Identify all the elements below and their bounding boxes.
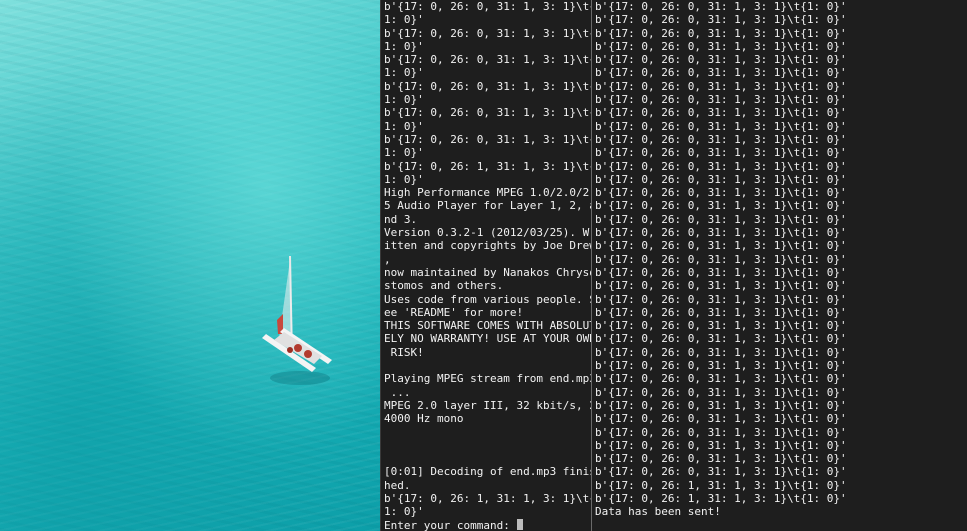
terminal-output-line: b'{17: 0, 26: 0, 31: 1, 3: 1}\t{1: 0}': [595, 106, 847, 120]
terminal-output-line: b'{17: 0, 26: 0, 31: 1, 3: 1}\t{1: 0}': [595, 345, 847, 359]
terminal-output-line: ELY NO WARRANTY! USE AT YOUR OWN: [384, 332, 591, 346]
terminal-output-line: b'{17: 0, 26: 0, 31: 1, 3: 1}\t{1: 0}': [595, 93, 847, 107]
terminal-output-line: MPEG 2.0 layer III, 32 kbit/s, 2: [384, 398, 591, 412]
terminal-output-line: b'{17: 0, 26: 0, 31: 1, 3: 1}\t{1: 0}': [595, 199, 847, 213]
text-cursor: [517, 518, 524, 530]
terminal-output-line: Version 0.3.2-1 (2012/03/25). Wr: [384, 226, 591, 240]
terminal-output-line: b'{17: 0, 26: 0, 31: 1, 3: 1}\t{: [384, 26, 591, 40]
terminal-output-line: 4000 Hz mono: [384, 412, 464, 426]
terminal-output-line: now maintained by Nanakos Chryso: [384, 265, 591, 279]
terminal-output-line: b'{17: 0, 26: 0, 31: 1, 3: 1}\t{1: 0}': [595, 412, 847, 426]
terminal-output-line: stomos and others.: [384, 279, 504, 293]
terminal-output-line: b'{17: 0, 26: 0, 31: 1, 3: 1}\t{1: 0}': [595, 398, 847, 412]
terminal-output-line: b'{17: 0, 26: 0, 31: 1, 3: 1}\t{: [384, 0, 591, 13]
terminal-output-line: b'{17: 0, 26: 0, 31: 1, 3: 1}\t{1: 0}': [595, 119, 847, 133]
terminal-output-line: b'{17: 0, 26: 0, 31: 1, 3: 1}\t{1: 0}': [595, 252, 847, 266]
terminal-pane-left[interactable]: b'{17: 0, 26: 0, 31: 1, 3: 1}\t{1: 0}' b'…: [381, 0, 591, 531]
terminal-output-line: b'{17: 0, 26: 0, 31: 1, 3: 1}\t{1: 0}': [595, 226, 847, 240]
terminal-output-line: b'{17: 0, 26: 0, 31: 1, 3: 1}\t{1: 0}': [595, 0, 847, 13]
terminal-output-line: 1: 0}': [384, 13, 424, 27]
desktop: b'{17: 0, 26: 0, 31: 1, 3: 1}\t{1: 0}' b'…: [0, 0, 967, 531]
terminal-output-line: 1: 0}': [384, 93, 424, 107]
terminal-output-line: b'{17: 0, 26: 1, 31: 1, 3: 1}\t{1: 0}': [595, 478, 847, 492]
sailboat-image: [262, 255, 332, 385]
terminal-output-line: b'{17: 0, 26: 0, 31: 1, 3: 1}\t{1: 0}': [595, 385, 847, 399]
terminal-pane-right[interactable]: b'{17: 0, 26: 0, 31: 1, 3: 1}\t{1: 0}' b'…: [592, 0, 967, 531]
terminal-output-line: b'{17: 0, 26: 0, 31: 1, 3: 1}\t{1: 0}': [595, 39, 847, 53]
terminal-output-line: 5 Audio Player for Layer 1, 2, a: [384, 199, 591, 213]
terminal-output-line: b'{17: 0, 26: 0, 31: 1, 3: 1}\t{1: 0}': [595, 186, 847, 200]
terminal-output-line: b'{17: 0, 26: 0, 31: 1, 3: 1}\t{1: 0}': [595, 212, 847, 226]
terminal-output-line: RISK!: [384, 345, 424, 359]
terminal-output-line: b'{17: 0, 26: 0, 31: 1, 3: 1}\t{: [384, 53, 591, 67]
terminal-output-line: b'{17: 0, 26: 0, 31: 1, 3: 1}\t{: [384, 79, 591, 93]
terminal-output-line: b'{17: 0, 26: 0, 31: 1, 3: 1}\t{1: 0}': [595, 372, 847, 386]
terminal-output-line: b'{17: 0, 26: 0, 31: 1, 3: 1}\t{1: 0}': [595, 26, 847, 40]
terminal-output-line: 1: 0}': [384, 146, 424, 160]
terminal-output-line: High Performance MPEG 1.0/2.0/2.: [384, 186, 591, 200]
terminal-output-line: b'{17: 0, 26: 0, 31: 1, 3: 1}\t{1: 0}': [595, 239, 847, 253]
terminal-output-line: hed.: [384, 478, 411, 492]
terminal-output-line: ,: [384, 252, 391, 266]
terminal-output-line: b'{17: 0, 26: 0, 31: 1, 3: 1}\t{1: 0}': [595, 66, 847, 80]
terminal-output-line: b'{17: 0, 26: 0, 31: 1, 3: 1}\t{1: 0}': [595, 438, 847, 452]
desktop-wallpaper: [0, 0, 381, 531]
terminal-output-line: ee 'README' for more!: [384, 305, 524, 319]
terminal-output-line: 1: 0}': [384, 119, 424, 133]
terminal-output-line: b'{17: 0, 26: 0, 31: 1, 3: 1}\t{1: 0}': [595, 159, 847, 173]
terminal-output-line: b'{17: 0, 26: 0, 31: 1, 3: 1}\t{: [384, 106, 591, 120]
terminal-output-line: b'{17: 0, 26: 0, 31: 1, 3: 1}\t{1: 0}': [595, 146, 847, 160]
terminal-output-line: nd 3.: [384, 212, 418, 226]
terminal-output-line: b'{17: 0, 26: 0, 31: 1, 3: 1}\t{1: 0}': [595, 425, 847, 439]
terminal-output-line: b'{17: 0, 26: 0, 31: 1, 3: 1}\t{1: 0}': [595, 79, 847, 93]
terminal-output-line: b'{17: 0, 26: 0, 31: 1, 3: 1}\t{: [384, 132, 591, 146]
terminal-output-line: Uses code from various people. S: [384, 292, 591, 306]
terminal-output-line: Data has been sent!: [595, 505, 721, 519]
command-prompt: Enter your command:: [384, 518, 517, 531]
terminal-output-line: itten and copyrights by Joe Drew: [384, 239, 591, 253]
terminal-output-line: ...: [384, 385, 411, 399]
terminal-output-line: 1: 0}': [384, 505, 424, 519]
terminal-output-line: 1: 0}': [384, 66, 424, 80]
terminal-output-line: b'{17: 0, 26: 0, 31: 1, 3: 1}\t{1: 0}': [595, 172, 847, 186]
terminal-output-line: b'{17: 0, 26: 0, 31: 1, 3: 1}\t{1: 0}': [595, 305, 847, 319]
terminal-output-line: b'{17: 0, 26: 0, 31: 1, 3: 1}\t{1: 0}': [595, 132, 847, 146]
terminal-output-line: b'{17: 0, 26: 0, 31: 1, 3: 1}\t{1: 0}': [595, 265, 847, 279]
terminal-output-line: THIS SOFTWARE COMES WITH ABSOLUT: [384, 319, 591, 333]
terminal-output-line: b'{17: 0, 26: 0, 31: 1, 3: 1}\t{1: 0}': [595, 359, 847, 373]
terminal-output-line: 1: 0}': [384, 172, 424, 186]
command-prompt-line[interactable]: Enter your command:: [384, 518, 591, 531]
terminal-output-line: b'{17: 0, 26: 0, 31: 1, 3: 1}\t{1: 0}': [595, 279, 847, 293]
terminal-output-line: b'{17: 0, 26: 0, 31: 1, 3: 1}\t{1: 0}': [595, 319, 847, 333]
terminal-output-line: b'{17: 0, 26: 0, 31: 1, 3: 1}\t{1: 0}': [595, 465, 847, 479]
terminal-output-line: b'{17: 0, 26: 1, 31: 1, 3: 1}\t{: [384, 159, 591, 173]
terminal-output-line: 1: 0}': [384, 39, 424, 53]
terminal-output-line: b'{17: 0, 26: 0, 31: 1, 3: 1}\t{1: 0}': [595, 53, 847, 67]
terminal-output-line: b'{17: 0, 26: 0, 31: 1, 3: 1}\t{1: 0}': [595, 332, 847, 346]
terminal-output-line: b'{17: 0, 26: 1, 31: 1, 3: 1}\t{1: 0}': [595, 491, 847, 505]
terminal-output-line: b'{17: 0, 26: 0, 31: 1, 3: 1}\t{1: 0}': [595, 13, 847, 27]
terminal-output-line: Playing MPEG stream from end.mp3: [384, 372, 591, 386]
terminal-output-line: b'{17: 0, 26: 0, 31: 1, 3: 1}\t{1: 0}': [595, 452, 847, 466]
terminal-output-line: b'{17: 0, 26: 0, 31: 1, 3: 1}\t{1: 0}': [595, 292, 847, 306]
terminal-output-line: [0:01] Decoding of end.mp3 finis: [384, 465, 591, 479]
terminal-output-line: b'{17: 0, 26: 1, 31: 1, 3: 1}\t{: [384, 491, 591, 505]
